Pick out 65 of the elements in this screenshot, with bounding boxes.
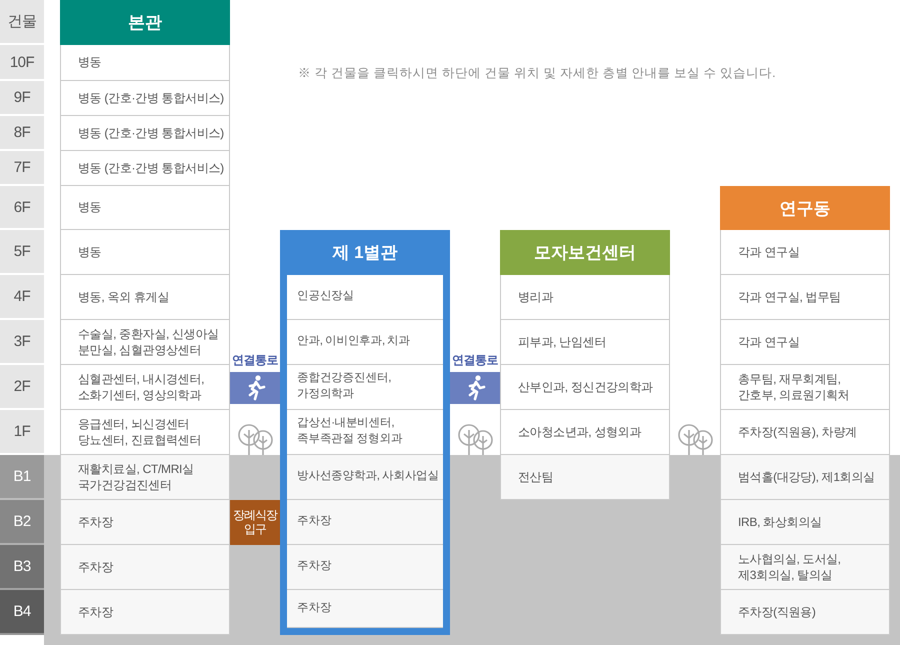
room-cell: 범석홀(대강당), 제1회의실 (720, 455, 890, 500)
building-header[interactable]: 연구동 (720, 186, 890, 230)
room-cell: 병동 (간호·간병 통합서비스) (60, 116, 230, 151)
notice-text: ※ 각 건물을 클릭하시면 하단에 건물 위치 및 자세한 층별 안내를 보실 수 있습니다. (298, 64, 776, 82)
room-cell: 종합건강증진센터, 가정의학과 (287, 365, 443, 410)
room-cell: 주차장 (287, 545, 443, 590)
floor-label: 9F (0, 81, 44, 116)
room-cell: 병동 (60, 45, 230, 81)
room-cell: 소아청소년과, 성형외과 (500, 410, 670, 455)
room-cell: 병동 (60, 230, 230, 275)
trees-icon (676, 422, 714, 455)
room-cell: IRB, 화상회의실 (720, 500, 890, 545)
room-cell: 응급센터, 뇌신경센터 당뇨센터, 진료협력센터 (60, 410, 230, 455)
floor-label: B1 (0, 455, 44, 500)
floor-label: 6F (0, 186, 44, 230)
room-cell: 재활치료실, CT/MRI실 국가건강검진센터 (60, 455, 230, 500)
room-cell: 각과 연구실 (720, 230, 890, 275)
floor-label: 4F (0, 275, 44, 320)
room-cell: 안과, 이비인후과, 치과 (287, 320, 443, 365)
passage-label: 연결통로 (451, 352, 499, 369)
building-header[interactable]: 본관 (60, 0, 230, 45)
room-cell: 주차장 (287, 590, 443, 628)
room-cell: 산부인과, 정신건강의학과 (500, 365, 670, 410)
floor-label: 10F (0, 45, 44, 81)
floor-label: 7F (0, 151, 44, 186)
floor-label: 8F (0, 116, 44, 151)
room-cell: 병동 (60, 186, 230, 230)
room-cell: 각과 연구실, 법무팀 (720, 275, 890, 320)
passage-label: 연결통로 (231, 352, 279, 369)
room-cell: 병동 (간호·간병 통합서비스) (60, 151, 230, 186)
floor-label: 3F (0, 320, 44, 365)
floor-label: B4 (0, 590, 44, 635)
room-cell: 심혈관센터, 내시경센터, 소화기센터, 영상의학과 (60, 365, 230, 410)
room-cell: 주차장 (60, 500, 230, 545)
room-cell: 노사협의실, 도서실, 제3회의실, 탈의실 (720, 545, 890, 590)
room-cell: 주차장 (287, 500, 443, 545)
room-cell: 갑상선·내분비센터, 족부족관절 정형외과 (287, 410, 443, 455)
room-cell: 주차장 (60, 545, 230, 590)
floor-label: 1F (0, 410, 44, 455)
room-cell: 주차장 (60, 590, 230, 635)
entrance-label: 장례식장 입구 (230, 500, 280, 545)
room-cell: 총무팀, 재무회계팀, 간호부, 의료원기획처 (720, 365, 890, 410)
floor-label: B2 (0, 500, 44, 545)
room-cell: 주차장(직원용), 차량계 (720, 410, 890, 455)
trees-icon (236, 422, 274, 455)
building-header[interactable]: 모자보건센터 (500, 230, 670, 275)
building-title: 제 1별관 (331, 242, 399, 264)
floor-label: 5F (0, 230, 44, 275)
building-panel[interactable]: 제 1별관 인공신장실 안과, 이비인후과, 치과 종합건강증진센터, 가정의학과 갑상선·내분비센터, 족부족관절 정형외과 방사선종양학과, 사회사업실 주차장 주차장 주차장 (280, 230, 450, 635)
room-cell: 수술실, 중환자실, 신생아실 분만실, 심혈관영상센터 (60, 320, 230, 365)
room-cell: 병리과 (500, 275, 670, 320)
room-cell: 각과 연구실 (720, 320, 890, 365)
running-person-icon (450, 372, 500, 404)
room-cell: 인공신장실 (287, 275, 443, 320)
room-cell: 전산팀 (500, 455, 670, 500)
room-cell: 주차장(직원용) (720, 590, 890, 635)
running-person-icon (230, 372, 280, 404)
trees-icon (456, 422, 494, 455)
room-cell: 병동, 옥외 휴게실 (60, 275, 230, 320)
column-header: 건물 (0, 0, 44, 45)
floor-label: 2F (0, 365, 44, 410)
floor-label: B3 (0, 545, 44, 590)
room-cell: 피부과, 난임센터 (500, 320, 670, 365)
room-cell: 병동 (간호·간병 통합서비스) (60, 81, 230, 116)
room-cell: 방사선종양학과, 사회사업실 (287, 455, 443, 500)
